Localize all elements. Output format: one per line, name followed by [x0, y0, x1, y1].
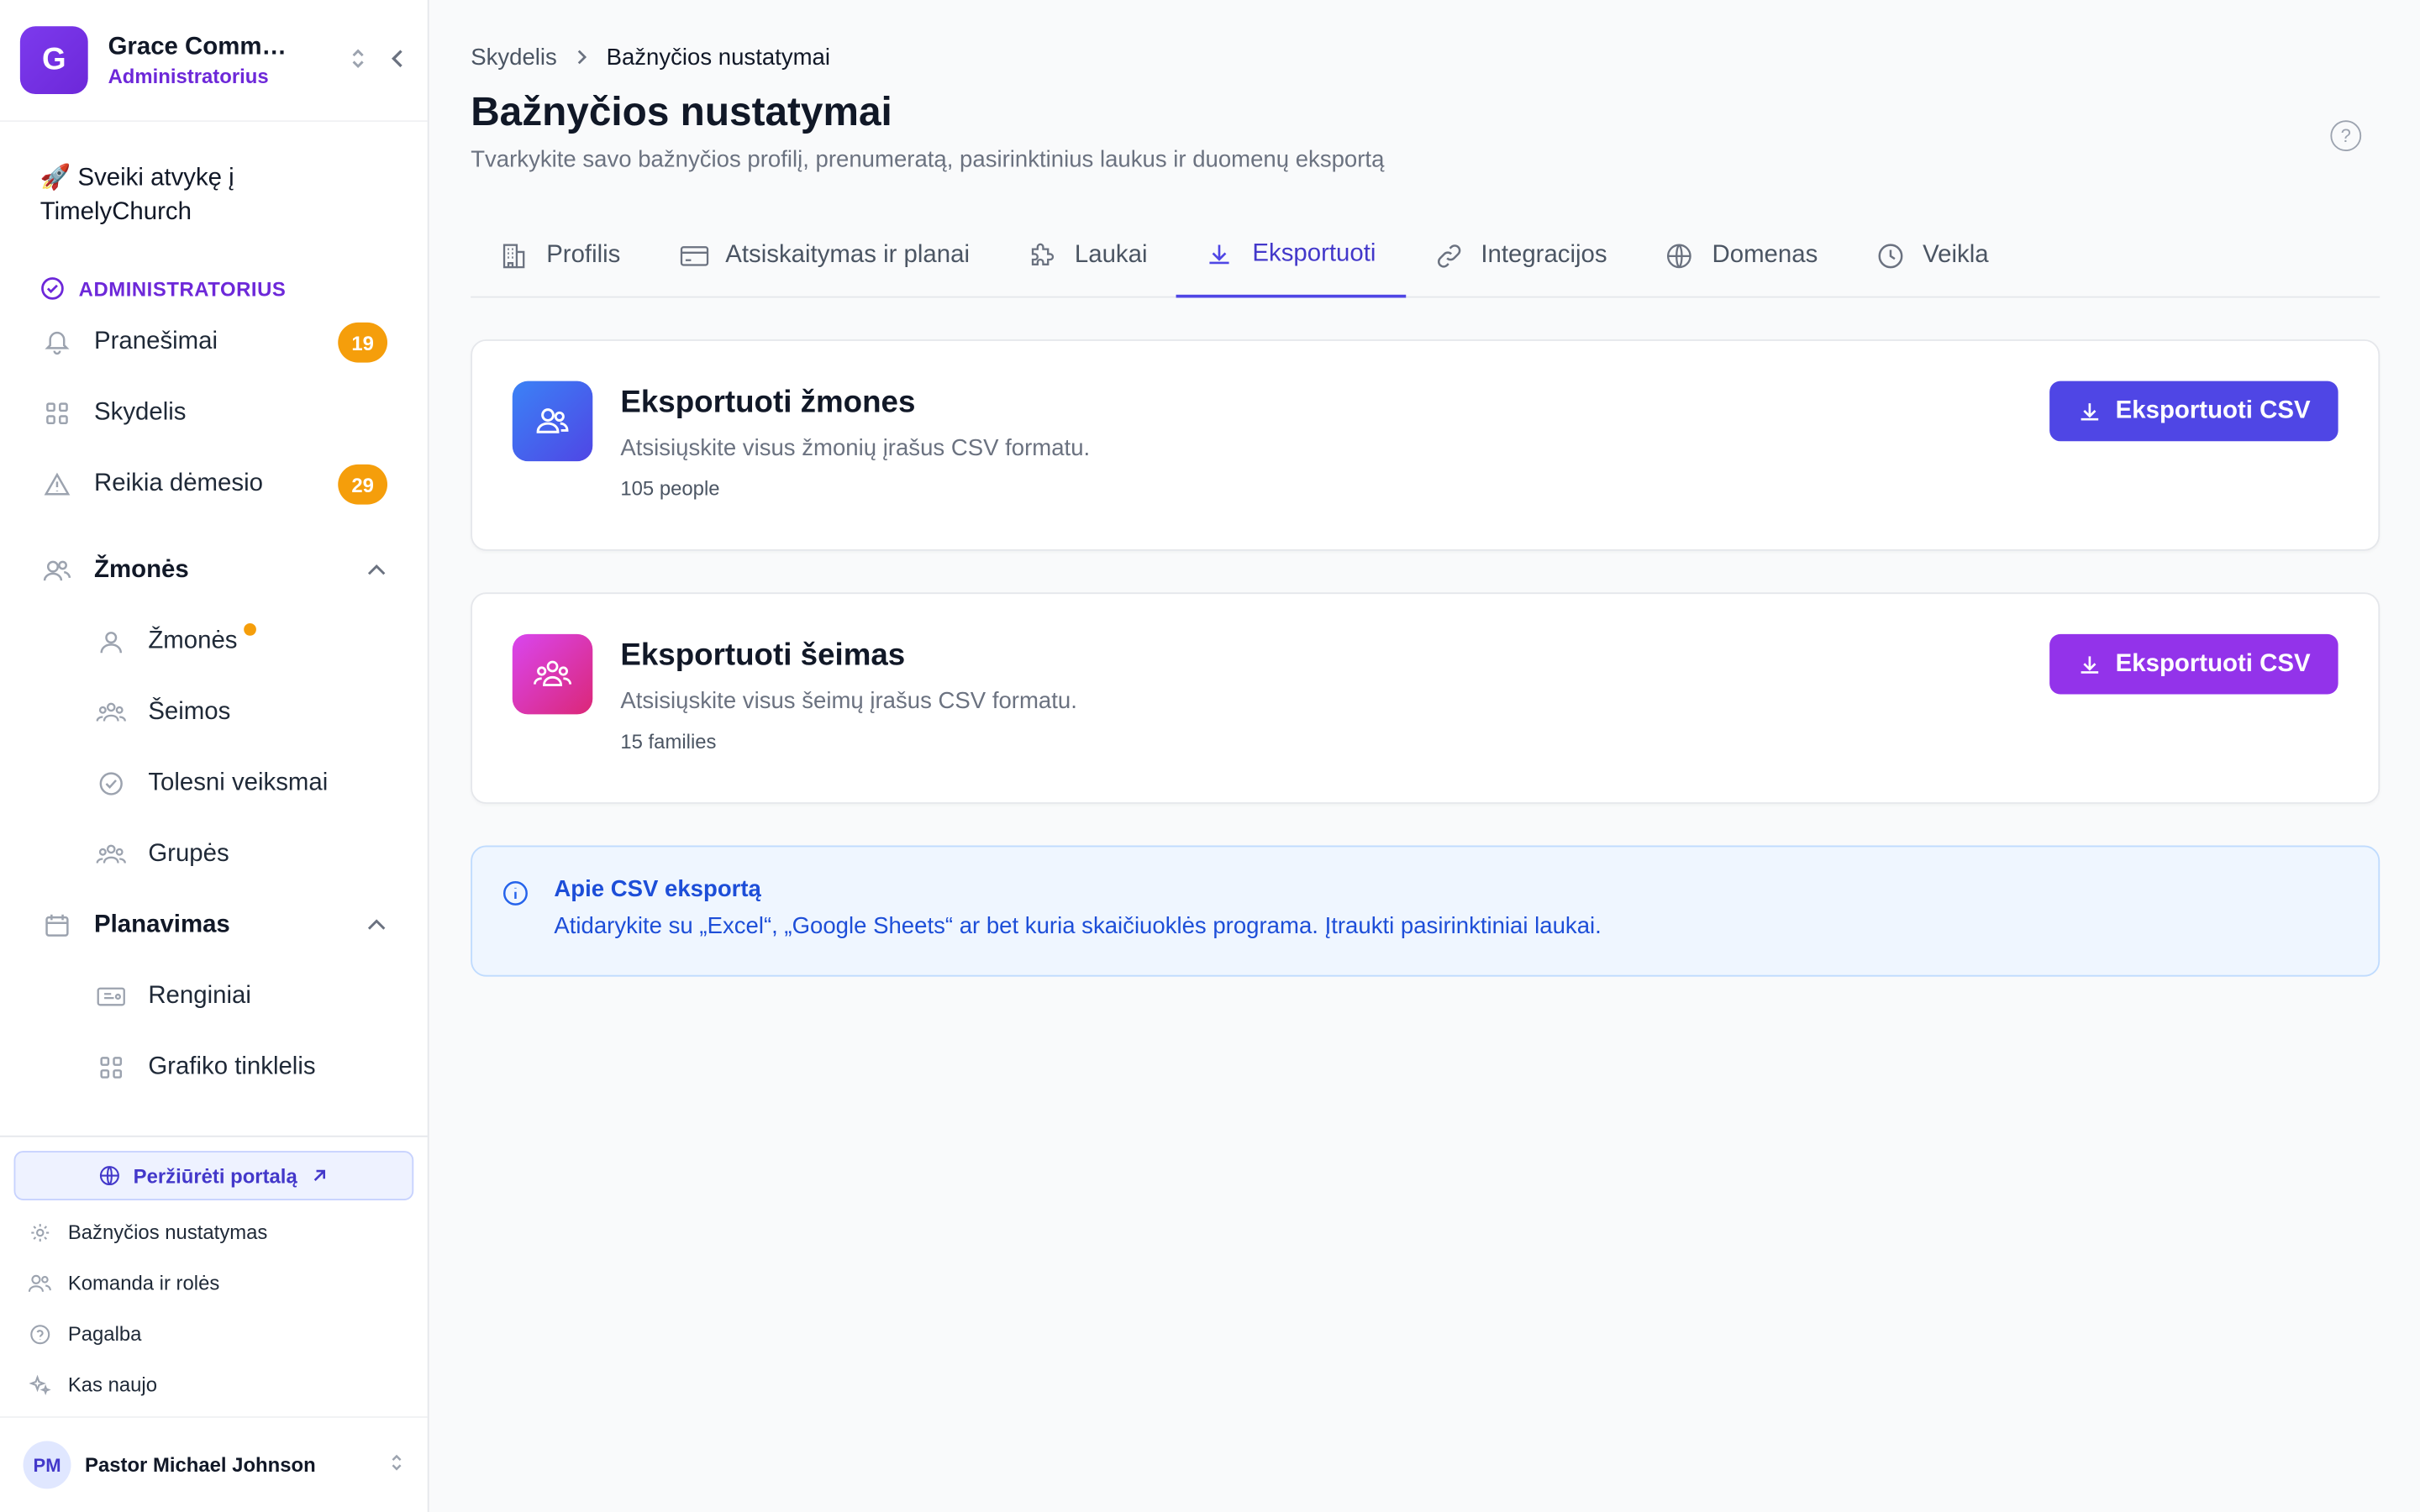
sidebar-footer: Peržiūrėti portalą Bažnyčios nustatymas …	[0, 1135, 428, 1410]
link-icon	[1434, 241, 1465, 269]
main-content: Skydelis Bažnyčios nustatymai Bažnyčios …	[429, 0, 2420, 1512]
sidebar-item-events[interactable]: Renginiai	[0, 961, 428, 1032]
chevron-updown-icon[interactable]	[349, 45, 367, 75]
user-menu[interactable]: PM Pastor Michael Johnson	[0, 1416, 428, 1512]
org-role: Administratorius	[108, 64, 269, 87]
org-name: Grace Community Church	[108, 33, 302, 60]
sidebar-item-schedule-grid[interactable]: Grafiko tinklelis	[0, 1032, 428, 1103]
sidebar-item-dashboard[interactable]: Skydelis	[0, 378, 428, 449]
sidebar-item-groups[interactable]: Grupės	[0, 819, 428, 890]
welcome-text[interactable]: 🚀 Sveiki atvykę į TimelyChurch	[0, 162, 428, 230]
clock-icon	[1876, 241, 1907, 269]
export-families-csv-button[interactable]: Eksportuoti CSV	[2049, 633, 2338, 695]
download-icon	[1206, 240, 1237, 268]
globe-icon	[100, 1166, 120, 1186]
sidebar-link-help[interactable]: Pagalba	[0, 1309, 428, 1360]
export-people-card: Eksportuoti žmones Atsisiųskite visus žm…	[471, 339, 2381, 551]
warning-icon	[40, 468, 74, 501]
record-count: 15 families	[620, 729, 717, 753]
collapse-sidebar-icon[interactable]	[389, 45, 408, 75]
family-icon	[94, 696, 128, 729]
users-icon	[28, 1272, 52, 1294]
sparkles-icon	[28, 1373, 52, 1396]
puzzle-icon	[1028, 241, 1060, 269]
tab-export[interactable]: Eksportuoti	[1176, 213, 1406, 298]
org-logo: G	[19, 26, 88, 95]
sidebar-item-notifications[interactable]: Pranešimai 19	[0, 307, 428, 378]
tab-domain[interactable]: Domenas	[1637, 213, 1848, 297]
users-icon	[512, 381, 593, 462]
new-indicator-dot	[243, 623, 256, 636]
calendar-icon	[40, 909, 74, 942]
sidebar-item-attention[interactable]: Reikia dėmesio 29	[0, 449, 428, 519]
sidebar-link-whats-new[interactable]: Kas naujo	[0, 1359, 428, 1410]
sidebar-item-followups[interactable]: Tolesni veiksmai	[0, 748, 428, 819]
attention-badge: 29	[338, 464, 388, 505]
sidebar-link-church-settings[interactable]: Bažnyčios nustatymas	[0, 1206, 428, 1257]
sidebar-group-people[interactable]: Žmonės	[0, 535, 428, 606]
external-link-icon	[313, 1169, 325, 1181]
info-title: Apie CSV eksportą	[554, 876, 761, 903]
app-root: G Grace Community Church Administratoriu…	[0, 0, 2420, 1512]
ticket-icon	[94, 979, 128, 1013]
gear-icon	[28, 1221, 52, 1243]
family-icon	[512, 633, 593, 715]
tab-activity[interactable]: Veikla	[1847, 213, 2018, 297]
csv-info-box: Apie CSV eksportą Atidarykite su „Excel“…	[471, 845, 2381, 977]
globe-icon	[1665, 241, 1697, 269]
admin-section-label: ADMINISTRATORIUS	[40, 276, 428, 301]
building-icon	[500, 241, 531, 269]
record-count: 105 people	[620, 476, 720, 501]
grid-icon	[94, 1051, 128, 1084]
check-circle-icon	[41, 277, 64, 300]
tab-fields[interactable]: Laukai	[999, 213, 1177, 297]
chevron-right-icon	[577, 50, 587, 65]
chevron-up-icon[interactable]	[366, 911, 387, 939]
info-text: Atidarykite su „Excel“, „Google Sheets“ …	[554, 913, 1602, 940]
notifications-badge: 19	[338, 322, 388, 363]
check-circle-icon	[94, 767, 128, 801]
breadcrumb: Skydelis Bažnyčios nustatymai	[471, 40, 2380, 74]
help-circle-icon	[28, 1323, 52, 1345]
page-subtitle: Tvarkykite savo bažnyčios profilį, prenu…	[471, 146, 1385, 173]
breadcrumb-current: Bažnyčios nustatymai	[606, 44, 831, 71]
tab-integrations[interactable]: Integracijos	[1405, 213, 1636, 297]
avatar: PM	[23, 1441, 71, 1489]
export-people-csv-button[interactable]: Eksportuoti CSV	[2049, 381, 2338, 442]
sidebar-item-people[interactable]: Žmonės	[0, 606, 428, 677]
credit-card-icon	[679, 243, 710, 267]
card-description: Atsisiųskite visus žmonių įrašus CSV for…	[620, 434, 1091, 462]
download-icon	[2081, 655, 2098, 673]
sidebar: G Grace Community Church Administratoriu…	[0, 0, 429, 1512]
sidebar-item-families[interactable]: Šeimos	[0, 677, 428, 748]
card-description: Atsisiųskite visus šeimų įrašus CSV form…	[620, 688, 1077, 715]
help-icon[interactable]: ?	[2330, 120, 2362, 151]
users-icon	[40, 554, 74, 587]
breadcrumb-parent[interactable]: Skydelis	[471, 44, 557, 70]
grid-icon	[40, 396, 74, 430]
chevron-up-icon[interactable]	[366, 557, 387, 585]
export-families-card: Eksportuoti šeimas Atsisiųskite visus še…	[471, 592, 2381, 804]
page-title: Bažnyčios nustatymai	[471, 87, 892, 134]
download-icon	[2081, 402, 2098, 420]
tab-profile[interactable]: Profilis	[471, 213, 650, 297]
info-icon	[502, 879, 533, 946]
groups-icon	[94, 837, 128, 871]
sidebar-group-planning[interactable]: Planavimas	[0, 890, 428, 961]
bell-icon	[40, 326, 74, 360]
user-icon	[94, 625, 128, 659]
chevron-updown-icon	[389, 1452, 404, 1478]
sidebar-nav: 🚀 Sveiki atvykę į TimelyChurch ADMINISTR…	[0, 122, 428, 1134]
tab-billing[interactable]: Atsiskaitymas ir planai	[650, 213, 999, 297]
sidebar-link-team-roles[interactable]: Komanda ir rolės	[0, 1257, 428, 1309]
card-title: Eksportuoti žmones	[620, 386, 916, 420]
view-portal-button[interactable]: Peržiūrėti portalą	[13, 1151, 414, 1200]
settings-tabs: Profilis Atsiskaitymas ir planai Laukai …	[471, 213, 2381, 298]
org-switcher[interactable]: G Grace Community Church Administratoriu…	[0, 0, 428, 123]
user-name: Pastor Michael Johnson	[85, 1453, 316, 1477]
card-title: Eksportuoti šeimas	[620, 638, 906, 673]
